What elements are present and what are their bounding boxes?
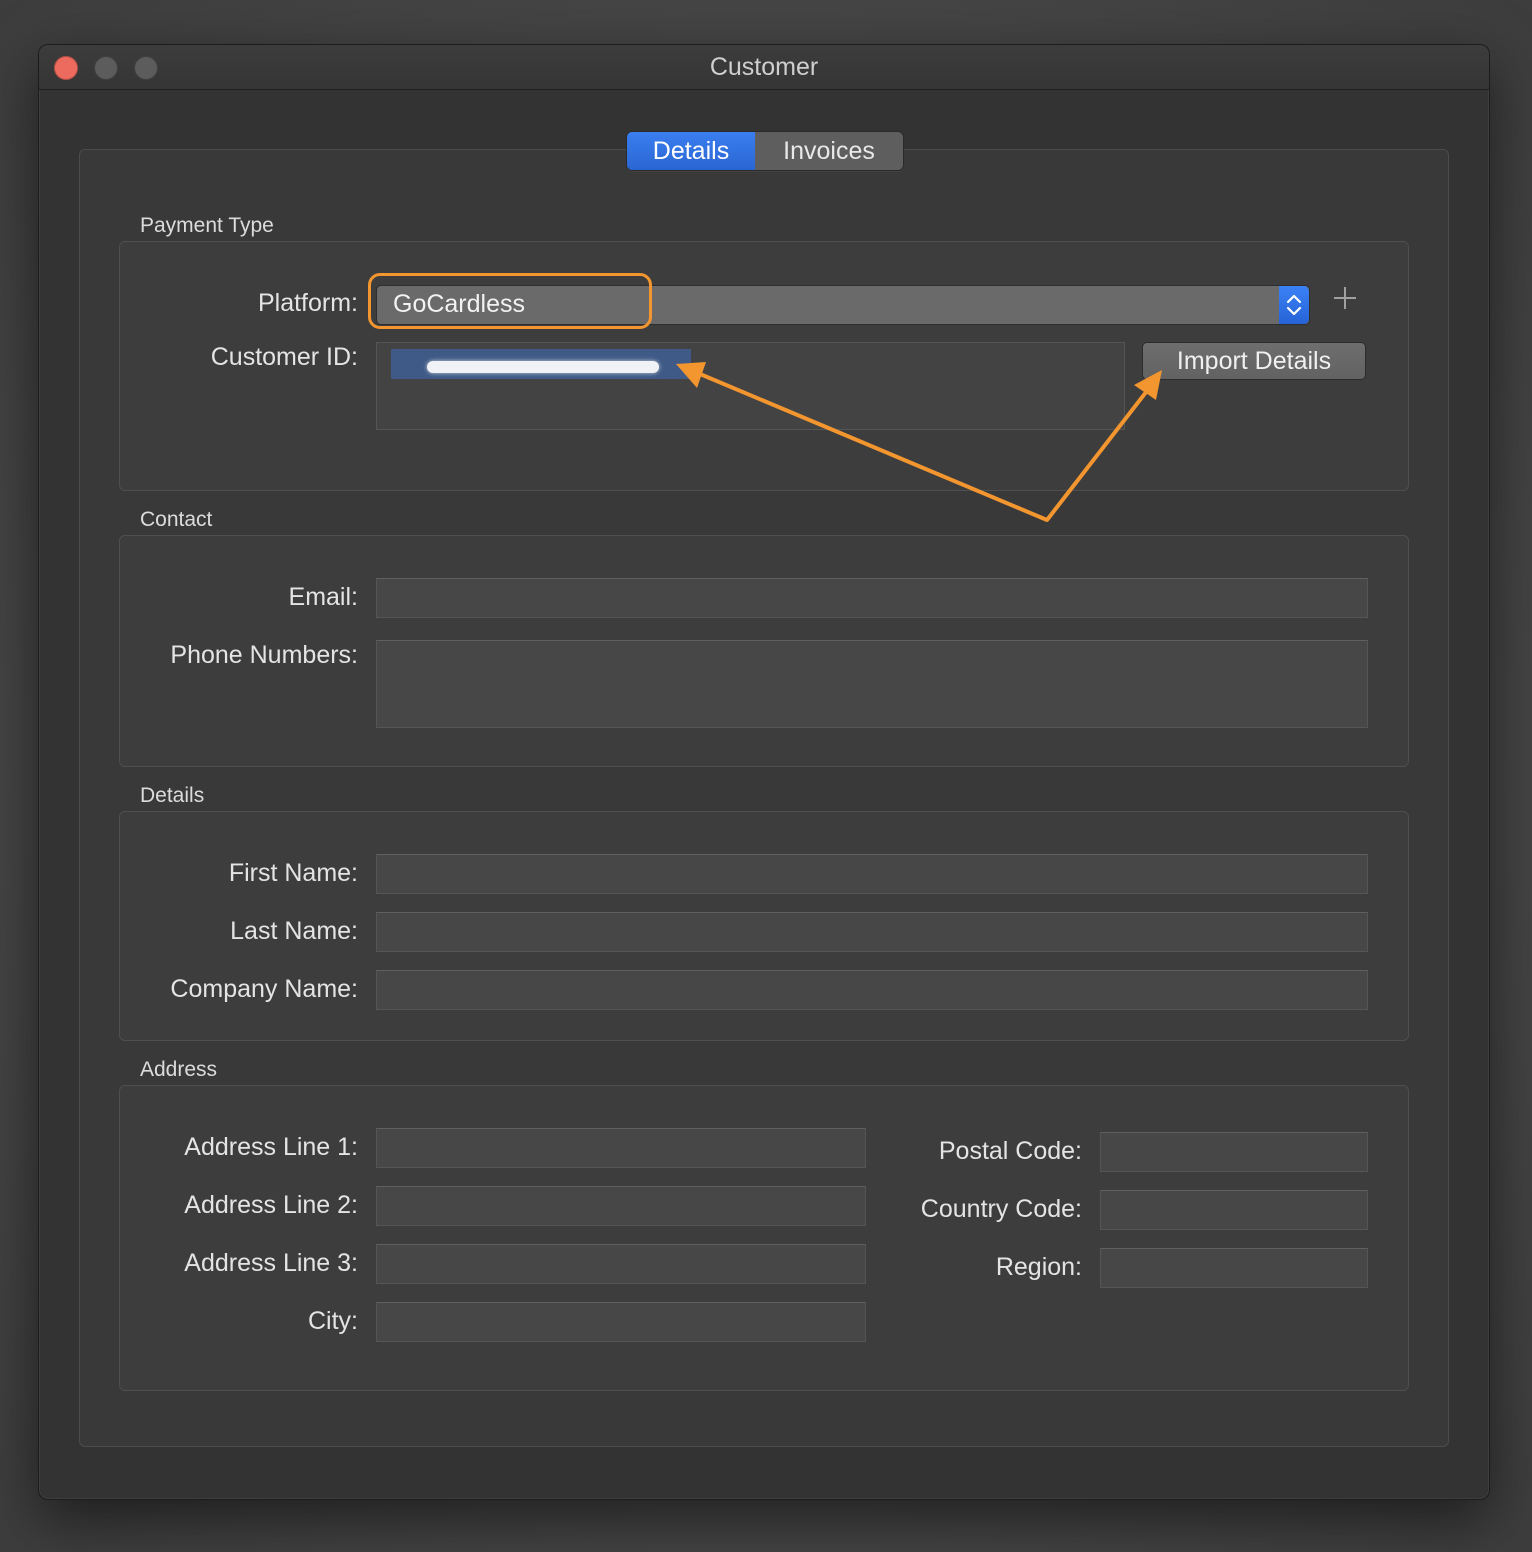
tab-selector: Details Invoices	[626, 131, 904, 171]
add-platform-plus-icon[interactable]	[1332, 281, 1358, 320]
phone-numbers-label: Phone Numbers:	[170, 641, 358, 669]
email-field[interactable]	[376, 578, 1368, 618]
customer-id-label: Customer ID:	[210, 343, 358, 371]
address-line-1-label: Address Line 1:	[184, 1133, 358, 1161]
region-field[interactable]	[1100, 1248, 1368, 1288]
address-line-3-label: Address Line 3:	[184, 1249, 358, 1277]
desktop-background: Customer Details Invoices Payment Type P…	[0, 0, 1532, 1552]
last-name-label: Last Name:	[230, 917, 358, 945]
platform-label: Platform:	[257, 289, 358, 317]
redacted-scribble	[427, 361, 659, 373]
address-line-2-field[interactable]	[376, 1186, 866, 1226]
email-label: Email:	[288, 583, 358, 611]
region-label: Region:	[995, 1253, 1082, 1281]
first-name-label: First Name:	[228, 859, 358, 887]
tab-invoices[interactable]: Invoices	[755, 132, 903, 170]
first-name-field[interactable]	[376, 854, 1368, 894]
city-field[interactable]	[376, 1302, 866, 1342]
contact-heading: Contact	[140, 508, 213, 531]
popup-chevron-updown-icon	[1279, 286, 1309, 324]
import-details-button[interactable]: Import Details	[1142, 342, 1366, 380]
postal-code-field[interactable]	[1100, 1132, 1368, 1172]
city-label: City:	[308, 1307, 358, 1335]
annotation-highlight-box	[368, 273, 652, 329]
customer-id-selection	[391, 349, 691, 379]
address-line-3-field[interactable]	[376, 1244, 866, 1284]
title-bar[interactable]: Customer	[39, 45, 1489, 90]
address-heading: Address	[140, 1058, 218, 1081]
country-code-field[interactable]	[1100, 1190, 1368, 1230]
tab-details[interactable]: Details	[627, 132, 755, 170]
window-title: Customer	[709, 53, 819, 81]
details-heading: Details	[140, 784, 205, 807]
company-name-field[interactable]	[376, 970, 1368, 1010]
address-line-1-field[interactable]	[376, 1128, 866, 1168]
address-line-2-label: Address Line 2:	[184, 1191, 358, 1219]
company-name-label: Company Name:	[170, 975, 358, 1003]
customer-window: Customer Details Invoices Payment Type P…	[38, 44, 1490, 1500]
country-code-label: Country Code:	[920, 1195, 1082, 1223]
last-name-field[interactable]	[376, 912, 1368, 952]
postal-code-label: Postal Code:	[938, 1137, 1082, 1165]
payment-type-heading: Payment Type	[140, 214, 274, 237]
phone-numbers-field[interactable]	[376, 640, 1368, 728]
customer-id-field[interactable]	[376, 342, 1125, 430]
